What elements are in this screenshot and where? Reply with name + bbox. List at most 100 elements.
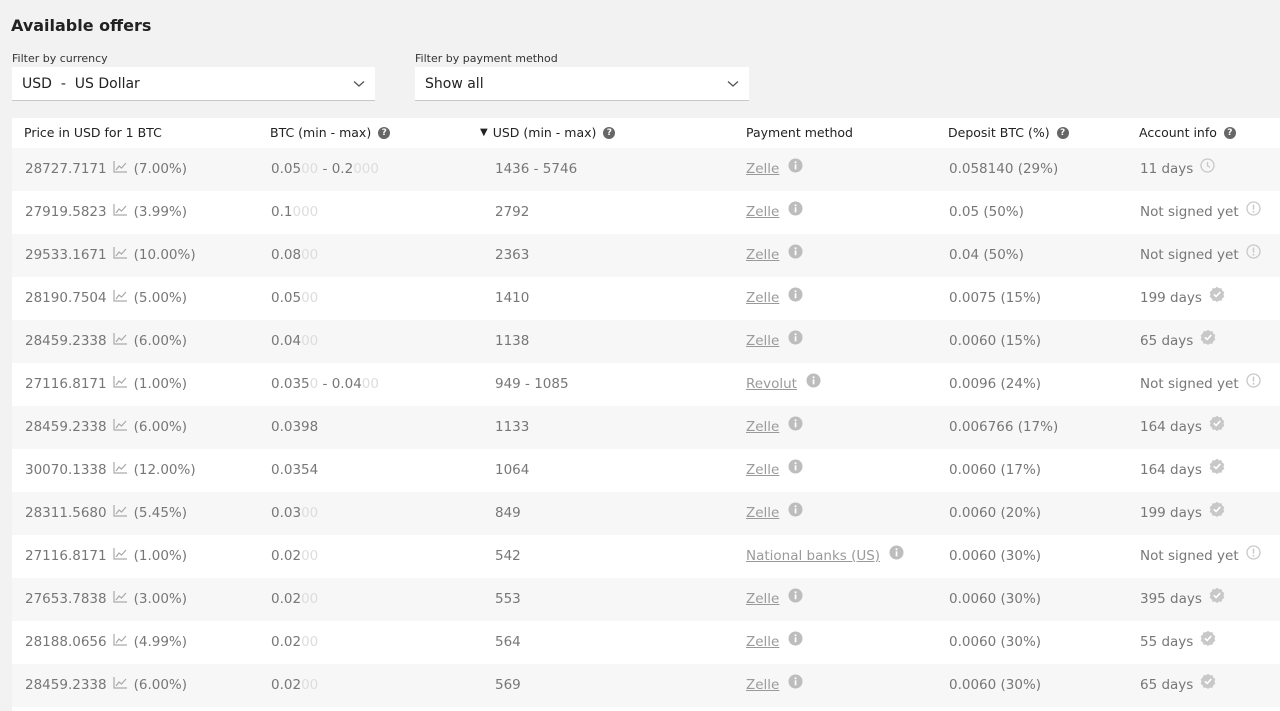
info-circle-icon[interactable] [788,277,803,320]
payment-method-link[interactable]: Zelle [746,578,779,621]
table-row[interactable]: 28311.5680 (5.45%) 0.03 00 849 Zelle 0.0060 (2… [12,492,1280,535]
trend-chart-icon[interactable] [112,148,128,191]
verified-badge-icon[interactable] [1200,320,1216,363]
price-cell: 27919.5823 (3.99%) [25,191,187,234]
info-circle-icon[interactable] [788,664,803,707]
verified-badge-icon[interactable] [1209,492,1225,535]
info-circle-icon[interactable] [788,320,803,363]
price-cell: 28459.2338 (6.00%) [25,320,187,363]
trend-chart-icon[interactable] [112,406,128,449]
price-percent: (12.00%) [133,462,196,478]
trend-chart-icon[interactable] [112,320,128,363]
trend-chart-icon[interactable] [112,449,128,492]
payment-method-link[interactable]: Zelle [746,449,779,492]
trend-chart-icon[interactable] [112,277,128,320]
help-circle-icon[interactable]: ? [378,127,391,139]
deposit-value: 0.0060 (30%) [949,634,1042,650]
alert-circle-icon[interactable] [1245,363,1261,406]
price-percent: (6.00%) [133,333,188,349]
payment-method-cell: Zelle [746,406,803,449]
table-row[interactable]: 28459.2338 (6.00%) 0.02 00 569 Zelle 0.0060 (3… [12,664,1280,707]
price-value: 28459.2338 [25,419,107,435]
payment-method-link[interactable]: Zelle [746,320,779,363]
payment-method-link[interactable]: National banks (US) [746,535,880,578]
payment-method-link[interactable]: Zelle [746,234,779,277]
table-row[interactable]: 28459.2338 (6.00%) 0.0398 1133 Zelle 0.006766… [12,406,1280,449]
info-circle-icon[interactable] [788,578,803,621]
trend-chart-icon[interactable] [112,578,128,621]
btc-min: 0.04 [271,333,302,349]
trend-chart-icon[interactable] [112,535,128,578]
help-circle-icon[interactable]: ? [1223,127,1236,139]
btc-min-padding: 00 [301,290,319,306]
verified-badge-icon[interactable] [1200,664,1216,707]
info-circle-icon[interactable] [788,234,803,277]
table-row[interactable]: 27919.5823 (3.99%) 0.1 000 2792 Zelle 0.05 (50… [12,191,1280,234]
payment-method-link[interactable]: Zelle [746,277,779,320]
deposit-value: 0.0075 (15%) [949,290,1042,306]
payment-method-link[interactable]: Revolut [746,363,797,406]
payment-method-link[interactable]: Zelle [746,492,779,535]
deposit-cell: 0.0060 (17%) [949,449,1041,492]
header-payment[interactable]: Payment method [746,118,853,148]
price-cell: 28459.2338 (6.00%) [25,664,187,707]
header-deposit[interactable]: Deposit BTC (%) ? [948,118,1069,148]
account-info-cell: 11 days [1140,148,1215,191]
info-circle-icon[interactable] [788,492,803,535]
trend-chart-icon[interactable] [112,234,128,277]
trend-chart-icon[interactable] [112,191,128,234]
info-circle-icon[interactable] [788,449,803,492]
help-circle-icon[interactable]: ? [1056,127,1069,139]
header-usd[interactable]: ▼ USD (min - max) ? [480,118,616,148]
price-cell: 28727.7171 (7.00%) [25,148,187,191]
info-circle-icon[interactable] [806,363,821,406]
table-row[interactable]: 28727.7171 (7.00%) 0.05 00 - 0.2 000 1436 - 5… [12,148,1280,191]
alert-circle-icon[interactable] [1245,535,1261,578]
verified-badge-icon[interactable] [1209,406,1225,449]
table-row[interactable]: 28459.2338 (6.00%) 0.04 00 1138 Zelle 0.0060 (… [12,320,1280,363]
payment-method-cell: Revolut [746,363,821,406]
usd-range: 542 [495,548,521,564]
header-price[interactable]: Price in USD for 1 BTC [24,118,162,148]
payment-method-link[interactable]: Zelle [746,406,779,449]
alert-circle-icon[interactable] [1245,234,1261,277]
price-value: 29533.1671 [25,247,107,263]
info-circle-icon[interactable] [788,148,803,191]
btc-min-padding: 00 [301,591,319,607]
verified-badge-icon[interactable] [1209,449,1225,492]
payment-method-select[interactable]: Show all [415,67,749,101]
payment-method-link[interactable]: Zelle [746,664,779,707]
table-row[interactable]: 27116.8171 (1.00%) 0.02 00 542 National banks… [12,535,1280,578]
account-age: 395 days [1140,591,1202,607]
currency-select-value: USD - US Dollar [22,75,140,92]
info-circle-icon[interactable] [889,535,904,578]
info-circle-icon[interactable] [788,406,803,449]
alert-circle-icon[interactable] [1245,191,1261,234]
currency-select[interactable]: USD - US Dollar [12,67,375,101]
payment-method-link[interactable]: Zelle [746,191,779,234]
table-row[interactable]: 28188.0656 (4.99%) 0.02 00 564 Zelle 0.0060 (3… [12,621,1280,664]
btc-min: 0.03 [271,505,302,521]
table-row[interactable]: 30070.1338 (12.00%) 0.0354 1064 Zelle 0.0060 … [12,449,1280,492]
verified-badge-icon[interactable] [1209,277,1225,320]
usd-range-cell: 569 [495,664,521,707]
trend-chart-icon[interactable] [112,492,128,535]
btc-min: 0.05 [271,290,302,306]
help-circle-icon[interactable]: ? [603,127,616,139]
verified-badge-icon[interactable] [1209,578,1225,621]
trend-chart-icon[interactable] [112,363,128,406]
clock-icon[interactable] [1200,148,1215,191]
table-row[interactable]: 29533.1671 (10.00%) 0.08 00 2363 Zelle 0.04 (5… [12,234,1280,277]
verified-badge-icon[interactable] [1200,621,1216,664]
table-row[interactable]: 28190.7504 (5.00%) 0.05 00 1410 Zelle 0.0075 (… [12,277,1280,320]
table-row[interactable]: 27653.7838 (3.00%) 0.02 00 553 Zelle 0.0060 (3… [12,578,1280,621]
header-btc[interactable]: BTC (min - max) ? [270,118,391,148]
info-circle-icon[interactable] [788,621,803,664]
trend-chart-icon[interactable] [112,621,128,664]
header-account[interactable]: Account info ? [1139,118,1236,148]
table-row[interactable]: 27116.8171 (1.00%) 0.035 0 - 0.04 00 949 - 10… [12,363,1280,406]
info-circle-icon[interactable] [788,191,803,234]
payment-method-link[interactable]: Zelle [746,148,779,191]
payment-method-link[interactable]: Zelle [746,621,779,664]
trend-chart-icon[interactable] [112,664,128,707]
